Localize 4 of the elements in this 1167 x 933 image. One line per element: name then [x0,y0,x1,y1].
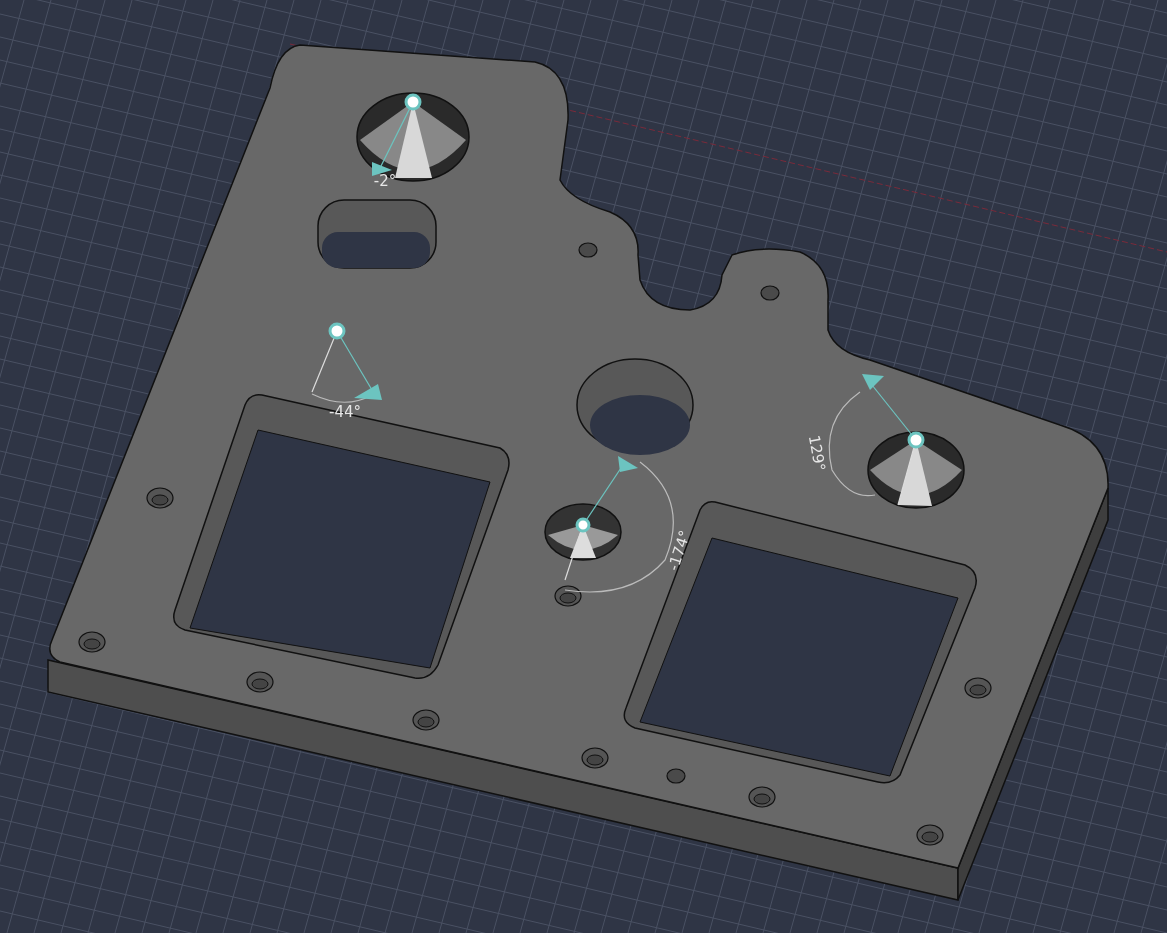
angle-label: -174° [664,527,695,573]
angle-label: 129° [804,433,829,473]
angle-label: -2° [373,172,397,190]
angle-label: -44° [329,403,361,421]
